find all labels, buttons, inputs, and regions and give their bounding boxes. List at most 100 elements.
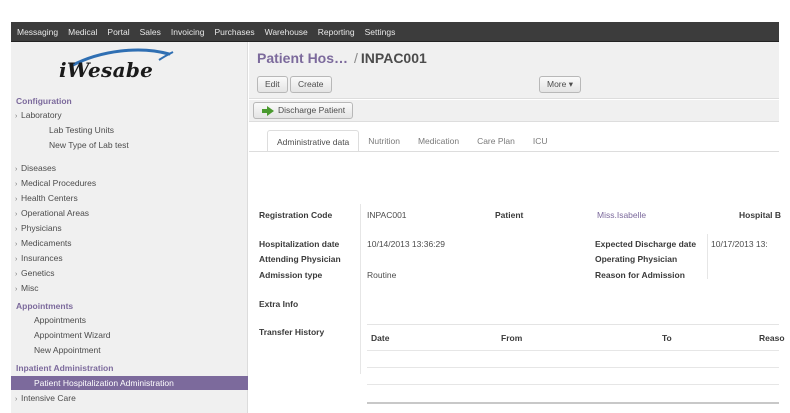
status-bar: Discharge Patient: [249, 100, 779, 122]
transfer-history-label: Transfer History: [259, 327, 325, 337]
sidebar-item-genetics[interactable]: › Genetics: [11, 266, 248, 280]
column-date[interactable]: Date: [371, 333, 389, 343]
sidebar-item-laboratory[interactable]: › Laboratory: [11, 108, 248, 122]
sidebar-item-diseases[interactable]: › Diseases: [11, 161, 248, 175]
sidebar-item-label: Diseases: [21, 163, 56, 173]
section-inpatient-administration: Inpatient Administration: [16, 363, 114, 373]
menu-sales[interactable]: Sales: [140, 22, 161, 42]
tab-administrative-data[interactable]: Administrative data: [267, 130, 360, 152]
discharge-label: Discharge Patient: [278, 105, 346, 115]
breadcrumb: Patient Hos… / INPAC001: [257, 50, 427, 66]
more-dropdown-button[interactable]: More ▾: [539, 76, 581, 93]
menu-settings[interactable]: Settings: [365, 22, 396, 42]
caret-right-icon: ›: [15, 396, 18, 403]
admission-type-label: Admission type: [259, 270, 323, 280]
sidebar-item-label: Misc: [21, 283, 39, 293]
hospitalization-date-label: Hospitalization date: [259, 239, 340, 249]
table-footer-line: [367, 402, 779, 404]
column-from[interactable]: From: [501, 333, 522, 343]
sidebar-item-new-appointment[interactable]: New Appointment: [11, 343, 248, 357]
section-appointments: Appointments: [16, 301, 74, 311]
main-content: Patient Hos… / INPAC001 Edit Create More ▾…: [249, 42, 785, 413]
sidebar-item-label: Insurances: [21, 253, 63, 263]
form-tabs: Administrative data Nutrition Medication…: [267, 130, 557, 152]
field-separator: [360, 204, 361, 374]
table-row-divider: [367, 384, 779, 385]
sidebar-item-label: Health Centers: [21, 193, 78, 203]
caret-right-icon: ›: [15, 166, 18, 173]
sidebar-item-appointments[interactable]: Appointments: [11, 313, 248, 327]
caret-right-icon: ›: [15, 271, 18, 278]
discharge-patient-button[interactable]: Discharge Patient: [253, 102, 354, 119]
sidebar-item-appointment-wizard[interactable]: Appointment Wizard: [11, 328, 248, 342]
table-row-divider: [367, 367, 779, 368]
column-reason[interactable]: Reaso: [759, 333, 785, 343]
sidebar-item-misc[interactable]: › Misc: [11, 281, 248, 295]
caret-right-icon: ›: [15, 241, 18, 248]
expected-discharge-value[interactable]: 10/17/2013 13:: [711, 239, 768, 249]
sidebar: iWesabe Configuration › Laboratory Lab Te…: [11, 42, 248, 413]
sidebar-item-label: Physicians: [21, 223, 62, 233]
caret-right-icon: ›: [15, 211, 18, 218]
menu-messaging[interactable]: Messaging: [17, 22, 58, 42]
form-sheet: Administrative data Nutrition Medication…: [249, 124, 785, 413]
expected-discharge-label: Expected Discharge date: [595, 239, 697, 249]
registration-code-label: Registration Code: [259, 210, 333, 220]
menu-portal[interactable]: Portal: [107, 22, 129, 42]
sidebar-item-medical-procedures[interactable]: › Medical Procedures: [11, 176, 248, 190]
sidebar-item-label: Intensive Care: [21, 393, 76, 403]
patient-link[interactable]: Miss.Isabelle: [597, 210, 646, 220]
edit-button[interactable]: Edit: [257, 76, 288, 93]
breadcrumb-separator: /: [354, 50, 358, 66]
caret-right-icon: ›: [15, 256, 18, 263]
operating-physician-label: Operating Physician: [595, 254, 678, 264]
transfer-history-table-header: Date From To Reaso: [367, 324, 785, 350]
top-menu-bar: Messaging Medical Portal Sales Invoicing…: [11, 22, 779, 42]
admission-type-value[interactable]: Routine: [367, 270, 396, 280]
breadcrumb-link[interactable]: Patient Hos…: [257, 50, 348, 66]
view-header: Patient Hos… / INPAC001 Edit Create More ▾: [249, 42, 779, 99]
menu-purchases[interactable]: Purchases: [214, 22, 254, 42]
column-to[interactable]: To: [662, 333, 672, 343]
patient-label: Patient: [495, 210, 524, 220]
hospital-bed-label: Hospital B: [739, 210, 782, 220]
breadcrumb-current: INPAC001: [360, 50, 427, 66]
table-row-divider: [367, 350, 779, 351]
sidebar-item-operational-areas[interactable]: › Operational Areas: [11, 206, 248, 220]
tab-divider: [249, 151, 779, 152]
caret-right-icon: ›: [15, 196, 18, 203]
sidebar-item-lab-testing-units[interactable]: Lab Testing Units: [11, 123, 248, 137]
tab-nutrition[interactable]: Nutrition: [359, 130, 409, 152]
tab-icu[interactable]: ICU: [524, 130, 557, 152]
sidebar-item-intensive-care[interactable]: › Intensive Care: [11, 391, 248, 405]
section-configuration: Configuration: [16, 96, 72, 106]
attending-physician-label: Attending Physician: [259, 254, 341, 264]
sidebar-item-label: Genetics: [21, 268, 55, 278]
hospitalization-date-value[interactable]: 10/14/2013 13:36:29: [367, 239, 445, 249]
caret-right-icon: ›: [15, 181, 18, 188]
caret-right-icon: ›: [15, 113, 18, 120]
sidebar-item-health-centers[interactable]: › Health Centers: [11, 191, 248, 205]
sidebar-item-label: Laboratory: [21, 110, 62, 120]
registration-code-value[interactable]: INPAC001: [367, 210, 407, 220]
sidebar-item-physicians[interactable]: › Physicians: [11, 221, 248, 235]
sidebar-item-insurances[interactable]: › Insurances: [11, 251, 248, 265]
menu-invoicing[interactable]: Invoicing: [171, 22, 205, 42]
company-logo[interactable]: iWesabe: [41, 48, 191, 92]
right-arrow-icon: [262, 105, 274, 116]
extra-info-label: Extra Info: [259, 299, 299, 309]
sidebar-item-label: Medicaments: [21, 238, 72, 248]
sidebar-item-medicaments[interactable]: › Medicaments: [11, 236, 248, 250]
tab-medication[interactable]: Medication: [409, 130, 468, 152]
menu-warehouse[interactable]: Warehouse: [265, 22, 308, 42]
menu-reporting[interactable]: Reporting: [318, 22, 355, 42]
create-button[interactable]: Create: [290, 76, 332, 93]
sidebar-item-new-type-lab-test[interactable]: New Type of Lab test: [11, 138, 248, 152]
sidebar-item-patient-hospitalization[interactable]: Patient Hospitalization Administration: [11, 376, 248, 390]
caret-right-icon: ›: [15, 286, 18, 293]
field-separator: [707, 234, 708, 279]
sidebar-item-label: Operational Areas: [21, 208, 90, 218]
tab-care-plan[interactable]: Care Plan: [468, 130, 524, 152]
logo-text: iWesabe: [59, 58, 154, 82]
menu-medical[interactable]: Medical: [68, 22, 97, 42]
